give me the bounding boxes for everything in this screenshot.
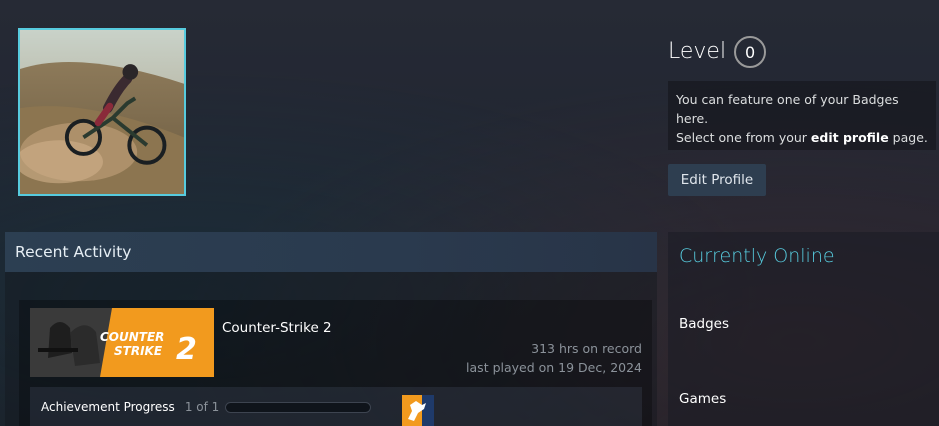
game-last-played: last played on 19 Dec, 2024: [466, 360, 642, 375]
sidebar-games-link[interactable]: Games: [679, 391, 726, 407]
achievement-progress-row[interactable]: Achievement Progress 1 of 1: [30, 387, 642, 426]
achievement-icon[interactable]: [402, 395, 434, 426]
recent-activity-panel: Recent Activity COUNTER STRIKE 2 Counter…: [5, 232, 657, 426]
game-capsule-image[interactable]: COUNTER STRIKE 2: [30, 308, 214, 377]
level-row: Level 0: [668, 34, 767, 68]
online-status: Currently Online: [679, 245, 835, 267]
level-badge[interactable]: 0: [734, 36, 767, 68]
avatar-image: [20, 30, 184, 194]
sidebar-badges-link[interactable]: Badges: [679, 316, 729, 332]
achievement-label: Achievement Progress: [41, 400, 175, 414]
achievement-count: 1 of 1: [184, 400, 220, 414]
game-hours: 313 hrs on record: [531, 341, 642, 356]
edit-profile-link[interactable]: edit profile: [811, 130, 889, 145]
capsule-text-line2: STRIKE: [114, 344, 163, 358]
badge-hint-line1: You can feature one of your Badges here.: [676, 92, 899, 126]
edit-profile-button[interactable]: Edit Profile: [668, 164, 766, 196]
recent-activity-header: Recent Activity: [5, 232, 657, 272]
capsule-text-line1: COUNTER: [100, 330, 164, 344]
profile-avatar[interactable]: [18, 28, 186, 196]
game-name-link[interactable]: Counter-Strike 2: [222, 320, 332, 336]
badge-hint-suffix: page.: [888, 130, 928, 145]
recent-game-card: COUNTER STRIKE 2 Counter-Strike 2 313 hr…: [19, 300, 652, 426]
sidebar-panel: Currently Online Badges Games: [668, 232, 939, 426]
badge-hint-line2: Select one from your edit profile page.: [676, 128, 928, 147]
badge-hint-prefix: Select one from your: [676, 130, 811, 145]
level-label: Level: [668, 38, 727, 64]
capsule-text-num: 2: [176, 332, 197, 367]
featured-badge-hint: You can feature one of your Badges here.…: [668, 81, 936, 150]
achievement-progress-bar: [225, 401, 372, 413]
